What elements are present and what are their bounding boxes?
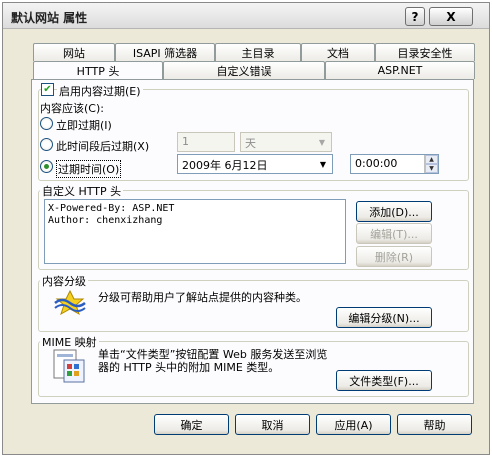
properties-window: 默认网站 属性 ? X 网站 ISAPI 筛选器 主目录 文档 目录安全性 HT… (2, 2, 490, 455)
tab-isapi-label: ISAPI 筛选器 (132, 46, 198, 60)
edit-ratings-button[interactable]: 编辑分级(N)... (336, 307, 432, 328)
tab-isapi[interactable]: ISAPI 筛选器 (115, 43, 215, 61)
expire-date-value: 2009年 6月12日 (182, 159, 268, 172)
rating-icon (54, 289, 86, 316)
http-headers-panel: ✔ 启用内容过期(E) 内容应该(C): 立即过期(I) 此时间段后过期(X) … (31, 79, 474, 404)
tab-home-directory-label: 主目录 (241, 46, 275, 60)
chevron-down-icon: ▼ (319, 159, 327, 169)
enable-expiration-label: 启用内容过期(E) (57, 83, 143, 99)
tab-aspnet-label: ASP.NET (377, 64, 423, 77)
apply-label: 应用(A) (334, 418, 373, 432)
tab-documents[interactable]: 文档 (301, 43, 375, 61)
tab-directory-security-label: 目录安全性 (397, 46, 453, 60)
chevron-down-icon: ▼ (318, 137, 326, 147)
help-label: 帮助 (423, 418, 446, 432)
tab-http-headers-label: HTTP 头 (76, 64, 120, 78)
content-rating-description: 分级可帮助用户了解站点提供的内容种类。 (98, 291, 307, 304)
mime-types-icon (53, 349, 85, 383)
custom-headers-list[interactable]: X-Powered-By: ASP.NET Author: chenxizhan… (44, 199, 346, 264)
tab-aspnet[interactable]: ASP.NET (325, 61, 475, 79)
tab-home-directory[interactable]: 主目录 (215, 43, 301, 61)
apply-button[interactable]: 应用(A) (316, 414, 391, 435)
tab-http-headers[interactable]: HTTP 头 (33, 61, 163, 79)
add-header-button[interactable]: 添加(D)... (356, 201, 432, 222)
help-icon: ? (411, 9, 419, 24)
file-types-button[interactable]: 文件类型(F)... (336, 370, 432, 391)
expire-immediately-radio[interactable] (40, 117, 53, 130)
custom-header-row[interactable]: Author: chenxizhang (48, 215, 342, 227)
custom-header-row[interactable]: X-Powered-By: ASP.NET (48, 203, 342, 215)
delete-header-button[interactable]: 删除(R) (356, 246, 432, 267)
expire-on-label: 过期时间(O) (56, 160, 122, 178)
time-spinner[interactable]: ▲ ▼ (424, 155, 438, 173)
expire-after-amount-value: 1 (182, 135, 189, 148)
expire-time-input[interactable]: 0:00:00 ▲ ▼ (350, 154, 439, 174)
file-types-label: 文件类型(F)... (349, 374, 419, 388)
tab-custom-errors[interactable]: 自定义错误 (163, 61, 325, 79)
tab-documents-label: 文档 (327, 46, 349, 60)
mime-map-description: 单击“文件类型”按钮配置 Web 服务发送至浏览器的 HTTP 头中的附加 MI… (98, 348, 328, 374)
spin-down-icon[interactable]: ▼ (425, 164, 438, 173)
expire-immediately-label: 立即过期(I) (56, 119, 112, 132)
expire-time-value: 0:00:00 (355, 157, 398, 170)
edit-ratings-label: 编辑分级(N)... (348, 311, 420, 325)
checkmark-icon: ✔ (43, 84, 52, 95)
tab-website-label: 网站 (63, 46, 85, 60)
expire-after-unit-value: 天 (245, 137, 256, 150)
help-button[interactable]: 帮助 (397, 414, 472, 435)
tab-row-2: HTTP 头 自定义错误 ASP.NET (33, 61, 475, 79)
edit-header-button[interactable]: 编辑(T)... (356, 223, 432, 244)
cancel-label: 取消 (261, 418, 284, 432)
expire-after-radio[interactable] (40, 138, 53, 151)
tab-website[interactable]: 网站 (33, 43, 115, 61)
expire-after-label: 此时间段后过期(X) (56, 140, 150, 153)
window-title: 默认网站 属性 (11, 11, 88, 25)
custom-headers-title: 自定义 HTTP 头 (40, 183, 124, 199)
tab-row-1: 网站 ISAPI 筛选器 主目录 文档 目录安全性 (33, 43, 475, 61)
edit-header-label: 编辑(T)... (370, 227, 418, 241)
expire-date-picker[interactable]: 2009年 6月12日 ▼ (177, 154, 333, 174)
close-icon: X (446, 9, 456, 24)
content-should-label: 内容应该(C): (40, 102, 104, 115)
content-rating-title: 内容分级 (40, 273, 88, 289)
expire-after-unit-select[interactable]: 天 ▼ (240, 132, 332, 152)
close-title-button[interactable]: X (429, 7, 473, 26)
spin-up-icon[interactable]: ▲ (425, 155, 438, 164)
ok-button[interactable]: 确定 (154, 414, 229, 435)
expire-after-amount-input[interactable]: 1 (177, 132, 235, 152)
help-title-button[interactable]: ? (405, 7, 425, 26)
ok-label: 确定 (180, 418, 203, 432)
title-bar: 默认网站 属性 ? X (3, 3, 489, 29)
expire-on-radio[interactable] (40, 160, 53, 173)
enable-expiration-checkbox[interactable]: ✔ (41, 83, 54, 96)
tab-custom-errors-label: 自定义错误 (216, 64, 272, 78)
tab-directory-security[interactable]: 目录安全性 (375, 43, 475, 61)
cancel-button[interactable]: 取消 (235, 414, 310, 435)
add-header-label: 添加(D)... (369, 205, 419, 219)
delete-header-label: 删除(R) (374, 250, 414, 264)
